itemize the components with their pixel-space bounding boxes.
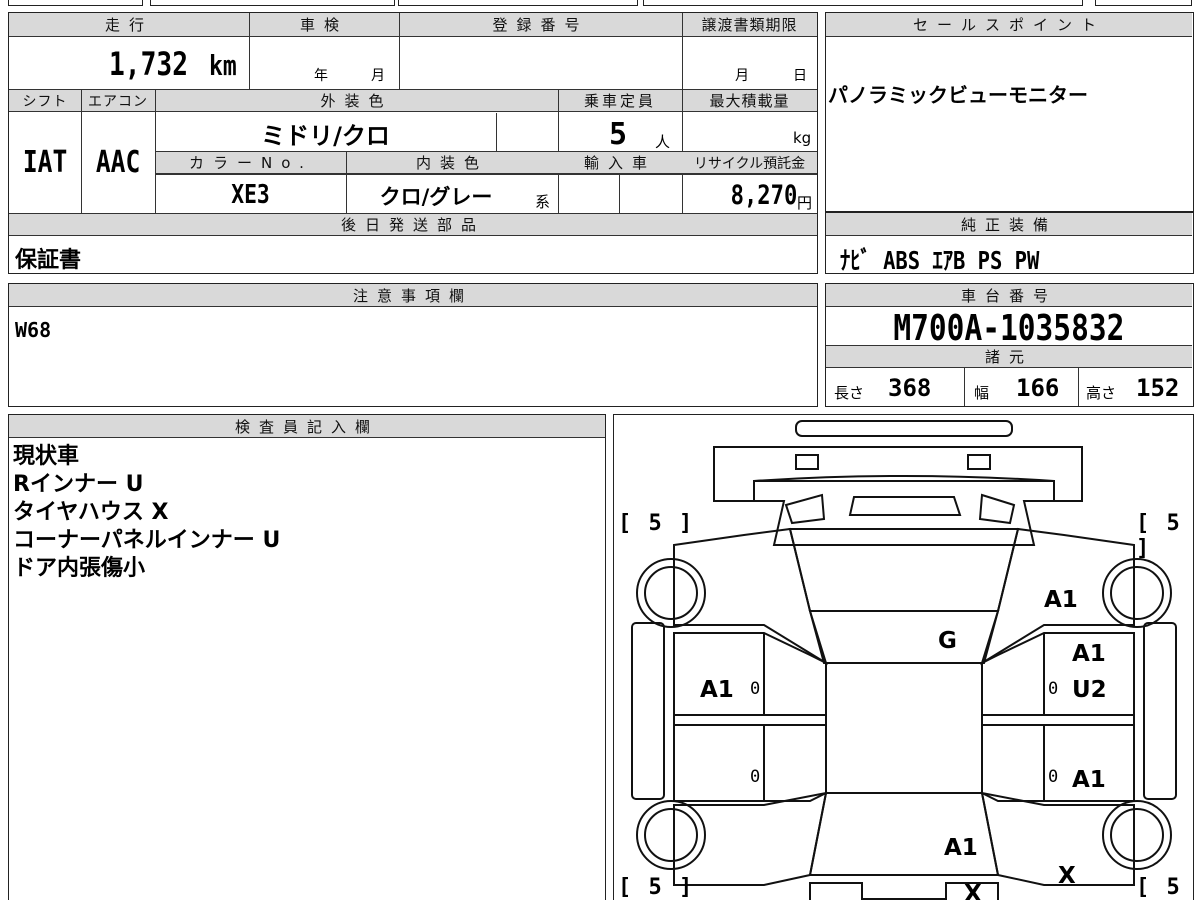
color-no-value: XE3 bbox=[231, 180, 270, 210]
max-load-unit: kg bbox=[793, 129, 812, 147]
tire-front-right: [ 5 ] bbox=[1136, 511, 1182, 561]
top-strip bbox=[0, 0, 1200, 8]
mileage-label: 走行 bbox=[9, 13, 249, 37]
mark-windshield: G bbox=[938, 628, 957, 654]
later-parts-label: 後日発送部品 bbox=[9, 214, 817, 236]
mark-sill-lf: 0 bbox=[750, 679, 761, 699]
max-load-label: 最大積載量 bbox=[682, 90, 817, 112]
sales-point-label: セールスポイント bbox=[826, 13, 1192, 37]
registration-label: 登録番号 bbox=[399, 13, 682, 37]
transfer-month-unit: 月 bbox=[735, 68, 749, 84]
tire-rear-right: [ 5 ] bbox=[1136, 875, 1182, 900]
recycle-fee-value: 8,270 bbox=[730, 180, 797, 211]
mark-roof-rear: A1 bbox=[944, 835, 978, 861]
inspector-label: 検査員記入欄 bbox=[9, 415, 605, 438]
inspector-box: 検査員記入欄 現状車 Rインナー U タイヤハウス X コーナーパネルインナー … bbox=[8, 414, 606, 900]
inspector-line: タイヤハウス X bbox=[13, 500, 169, 525]
sales-point-box: セールスポイント パノラミックビューモニター bbox=[825, 12, 1194, 212]
recycle-unit: 円 bbox=[797, 194, 813, 212]
mark-right-front-door-top: A1 bbox=[1072, 641, 1106, 667]
width-label: 幅 bbox=[974, 384, 990, 402]
shift-value: IAT bbox=[22, 145, 68, 180]
notes-box: 注意事項欄 W68 bbox=[8, 283, 818, 407]
inspection-label: 車検 bbox=[249, 13, 399, 37]
inspector-line: ドア内張傷小 bbox=[13, 556, 146, 581]
length-value: 368 bbox=[888, 374, 932, 402]
height-label: 高さ bbox=[1086, 384, 1117, 402]
mark-front-right-fender: A1 bbox=[1044, 587, 1078, 613]
mark-rear-bumper: X bbox=[964, 881, 982, 900]
aircon-label: エアコン bbox=[81, 90, 155, 112]
width-value: 166 bbox=[1016, 374, 1060, 402]
interior-color-label: 内装色 bbox=[346, 152, 558, 174]
genuine-equipment-value: ﾅﾋﾞ ABS ｴｱB PS PW bbox=[840, 246, 1040, 275]
exterior-color-value: ミドリ/クロ bbox=[261, 122, 390, 150]
interior-suffix: 系 bbox=[535, 193, 551, 211]
notes-label: 注意事項欄 bbox=[9, 284, 817, 307]
mark-right-front-door: U2 bbox=[1072, 677, 1107, 703]
chassis-label: 車台番号 bbox=[826, 284, 1192, 307]
chassis-box: 車台番号 M700A-1035832 諸元 長さ 368 幅 166 高さ 15… bbox=[825, 283, 1194, 407]
mark-sill-lr: 0 bbox=[750, 767, 761, 787]
sales-point-value: パノラミックビューモニター bbox=[828, 83, 1088, 107]
interior-color-value: クロ/グレー bbox=[379, 185, 493, 209]
car-diagram: [ 5 ] [ 5 ] [ 5 ] [ 5 ] A1 G A1 U2 A1 A1… bbox=[613, 414, 1194, 900]
chassis-value: M700A-1035832 bbox=[893, 308, 1125, 349]
later-parts-value: 保証書 bbox=[15, 248, 82, 273]
shift-label: シフト bbox=[9, 90, 81, 112]
inspection-month-unit: 月 bbox=[371, 68, 385, 84]
height-value: 152 bbox=[1136, 374, 1180, 402]
genuine-equipment-box: 純正装備 ﾅﾋﾞ ABS ｴｱB PS PW bbox=[825, 212, 1194, 275]
import-label: 輸入車 bbox=[558, 152, 682, 174]
inspector-line: 現状車 bbox=[13, 444, 80, 469]
transfer-day-unit: 日 bbox=[793, 68, 807, 84]
inspector-line: コーナーパネルインナー U bbox=[13, 528, 281, 553]
length-label: 長さ bbox=[834, 384, 865, 402]
inspection-year-unit: 年 bbox=[314, 68, 328, 84]
capacity-label: 乗車定員 bbox=[558, 90, 682, 112]
color-no-label: カラーNo. bbox=[156, 152, 346, 174]
exterior-color-label: 外装色 bbox=[155, 90, 558, 112]
tire-rear-left: [ 5 ] bbox=[618, 875, 695, 900]
car-outline-drawing bbox=[631, 420, 1177, 900]
inspector-lines: 現状車 Rインナー U タイヤハウス X コーナーパネルインナー U ドア内張傷… bbox=[13, 443, 280, 583]
recycle-fee-label: リサイクル預託金 bbox=[682, 152, 817, 174]
aircon-value: AAC bbox=[95, 145, 141, 180]
mark-left-front-door: A1 bbox=[700, 677, 734, 703]
mark-right-rear-door: A1 bbox=[1072, 767, 1106, 793]
inspector-line: Rインナー U bbox=[13, 472, 144, 497]
capacity-value: 5 bbox=[609, 117, 628, 152]
mark-right-rear-corner: X bbox=[1058, 863, 1076, 889]
spec-table: 走行 車検 登録番号 譲渡書類期限 1,732 km 年 月 月 日 シフト エア… bbox=[8, 12, 818, 274]
mark-sill-rr: 0 bbox=[1048, 767, 1059, 787]
genuine-equipment-label: 純正装備 bbox=[826, 213, 1192, 236]
capacity-unit: 人 bbox=[655, 133, 671, 151]
mark-sill-rf: 0 bbox=[1048, 679, 1059, 699]
mileage-value: 1,732 km bbox=[108, 45, 237, 83]
notes-value: W68 bbox=[15, 318, 52, 342]
dims-label: 諸元 bbox=[826, 346, 1192, 368]
tire-front-left: [ 5 ] bbox=[618, 511, 695, 536]
transfer-deadline-label: 譲渡書類期限 bbox=[682, 13, 817, 37]
